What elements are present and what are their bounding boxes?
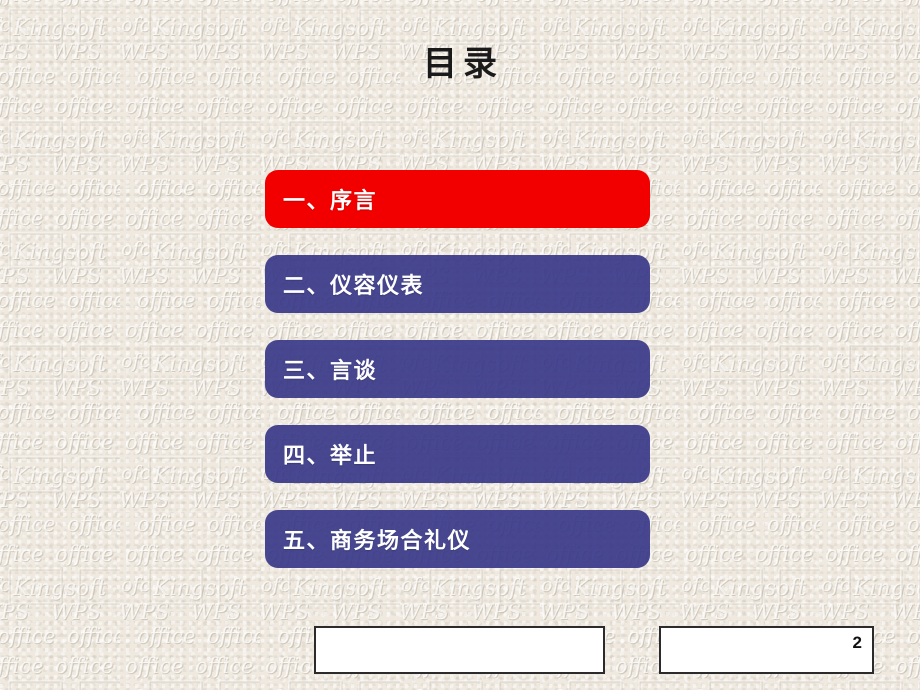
toc-item-4[interactable]: 四、举止: [265, 425, 650, 483]
toc-item-label: 四、举止: [283, 443, 378, 468]
toc-item-label: 五、商务场合礼仪: [283, 528, 472, 553]
toc-item-3[interactable]: 三、言谈: [265, 340, 650, 398]
toc-item-label: 二、仪容仪表: [283, 273, 425, 298]
slide-title: 目录: [423, 44, 503, 84]
toc-item-label: 一、序言: [283, 188, 378, 213]
toc-item-label: 三、言谈: [283, 358, 378, 383]
footer-placeholder-right[interactable]: 2: [659, 626, 874, 674]
toc-item-1[interactable]: 一、序言: [265, 170, 650, 228]
presentation-slide: office office ofc Kingsoft WPS WPS offic…: [0, 0, 920, 690]
footer-placeholder-left[interactable]: [314, 626, 605, 674]
toc-item-2[interactable]: 二、仪容仪表: [265, 255, 650, 313]
toc-item-5[interactable]: 五、商务场合礼仪: [265, 510, 650, 568]
table-of-contents-list: 一、序言 二、仪容仪表 三、言谈 四、举止 五、商务场合礼仪: [265, 170, 650, 595]
page-number: 2: [852, 633, 862, 652]
